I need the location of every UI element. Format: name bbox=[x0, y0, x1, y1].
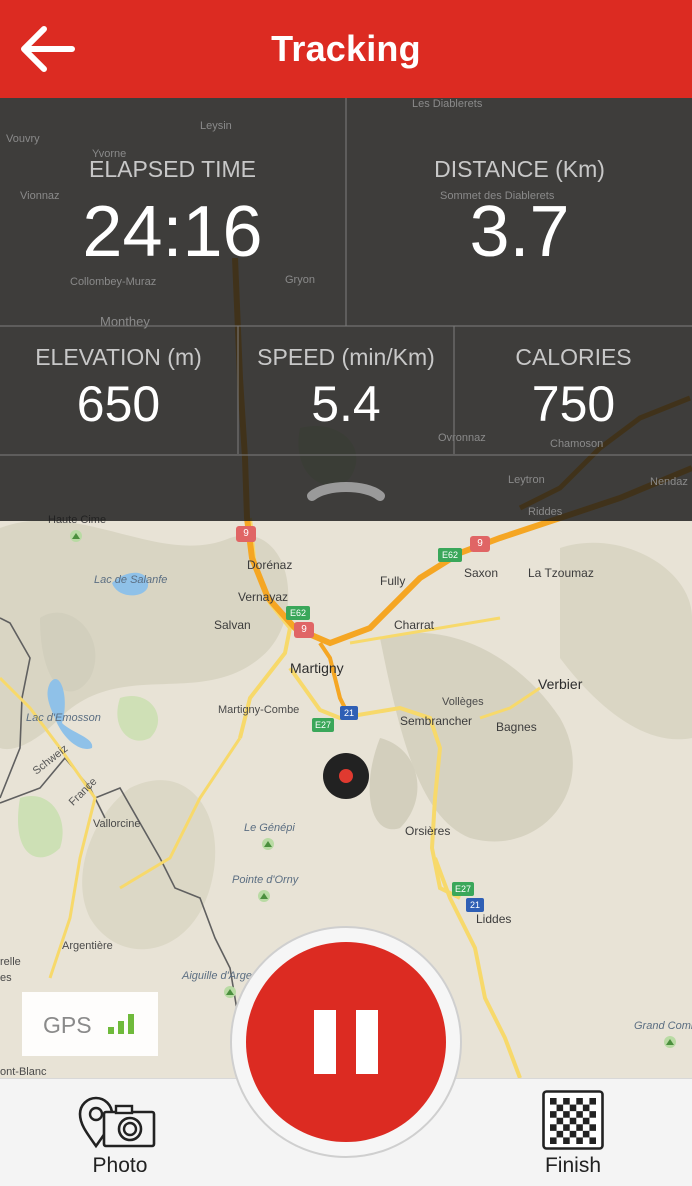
map-place-label: Le Génépi bbox=[244, 822, 295, 834]
calories-value: 750 bbox=[531, 376, 616, 432]
elapsed-time-stat: ELAPSED TIME 24:16 bbox=[0, 156, 345, 273]
map-place-label: Vernayaz bbox=[238, 590, 289, 604]
finish-button[interactable]: Finish bbox=[530, 1088, 616, 1180]
map-place-label: Collombey-Muraz bbox=[70, 276, 157, 288]
back-button[interactable] bbox=[14, 22, 78, 76]
road-badge: E27 bbox=[452, 882, 474, 896]
mountain-peak-icon bbox=[258, 890, 270, 902]
collapse-stats-handle[interactable] bbox=[306, 478, 386, 502]
app-header: Tracking bbox=[0, 0, 692, 98]
map-place-label: Martigny-Combe bbox=[218, 704, 300, 716]
map-place-label: Chamoson bbox=[550, 438, 604, 450]
map-place-label: Verbier bbox=[538, 676, 583, 692]
map-place-label: Gryon bbox=[285, 274, 315, 286]
map-place-label: Pointe d'Orny bbox=[232, 874, 299, 886]
map-place-label: es bbox=[0, 972, 12, 984]
checkered-flag-icon bbox=[542, 1090, 604, 1150]
signal-bars-icon bbox=[108, 1014, 134, 1034]
page-title: Tracking bbox=[271, 28, 421, 69]
map-place-label: Ovronnaz bbox=[438, 432, 486, 444]
map-place-label: Lac de Salanfe bbox=[94, 574, 168, 586]
mountain-peak-icon bbox=[70, 530, 82, 542]
map-place-label: Liddes bbox=[476, 912, 512, 926]
road-badge: E62 bbox=[438, 548, 462, 562]
stats-panel: Vouvry Leysin Yvorne Vionnaz Sommet des … bbox=[0, 98, 692, 521]
map-place-label: Grand Combin bbox=[634, 1020, 692, 1032]
chevron-up-icon bbox=[307, 482, 385, 501]
mountain-peak-icon bbox=[224, 986, 236, 998]
elevation-value: 650 bbox=[76, 376, 161, 432]
map-place-label: Nendaz bbox=[650, 476, 688, 488]
road-badge: 21 bbox=[340, 706, 358, 720]
distance-value: 3.7 bbox=[469, 192, 570, 272]
map-place-label: Les Diablerets bbox=[412, 98, 483, 110]
map-place-label: Leytron bbox=[508, 474, 545, 486]
road-badge: 9 bbox=[294, 622, 314, 638]
stats-divider bbox=[0, 454, 692, 456]
pause-icon bbox=[314, 1010, 378, 1074]
map-place-label: ont-Blanc bbox=[0, 1066, 47, 1078]
speed-value: 5.4 bbox=[311, 376, 381, 432]
map-place-label: Fully bbox=[380, 574, 406, 588]
map-place-label: Vollèges bbox=[442, 696, 484, 708]
map-place-label: Charrat bbox=[394, 618, 435, 632]
road-badge: 21 bbox=[466, 898, 484, 912]
road-badge: E62 bbox=[286, 606, 310, 620]
map-place-label: Saxon bbox=[464, 566, 499, 580]
map-place-label: Argentière bbox=[62, 940, 113, 952]
distance-stat: DISTANCE (Km) 3.7 bbox=[347, 156, 692, 273]
photo-label: Photo bbox=[92, 1154, 148, 1177]
finish-label: Finish bbox=[544, 1154, 602, 1177]
mountain-peak-icon bbox=[262, 838, 274, 850]
map-place-label: La Tzoumaz bbox=[528, 566, 594, 580]
road-badge: 9 bbox=[236, 526, 256, 542]
map-place-label: Vallorcine bbox=[93, 818, 141, 830]
road-badge: 9 bbox=[470, 536, 490, 552]
pause-button[interactable] bbox=[246, 942, 446, 1142]
map-place-label: Orsières bbox=[405, 824, 451, 838]
elapsed-time-value: 24:16 bbox=[82, 192, 263, 272]
map-place-label: Lac d'Emosson bbox=[26, 712, 101, 724]
road-badge: E27 bbox=[312, 718, 334, 732]
map-place-label: Leysin bbox=[200, 120, 232, 132]
gps-label: GPS bbox=[43, 1012, 92, 1038]
speed-stat: SPEED (min/Km) 5.4 bbox=[239, 344, 453, 433]
map-place-label: Bagnes bbox=[496, 720, 537, 734]
speed-label: SPEED (min/Km) bbox=[257, 344, 435, 370]
distance-label: DISTANCE (Km) bbox=[434, 156, 605, 182]
stats-divider bbox=[0, 325, 692, 327]
map-place-label: Martigny bbox=[290, 660, 344, 676]
calories-stat: CALORIES 750 bbox=[455, 344, 692, 433]
map-place-label: Vouvry bbox=[6, 133, 40, 145]
arrow-left-icon bbox=[21, 26, 75, 72]
current-location-marker bbox=[323, 753, 369, 799]
elevation-stat: ELEVATION (m) 650 bbox=[0, 344, 237, 433]
elapsed-time-label: ELAPSED TIME bbox=[88, 156, 257, 182]
photo-button[interactable]: Photo bbox=[72, 1088, 168, 1180]
mountain-peak-icon bbox=[664, 1036, 676, 1048]
calories-label: CALORIES bbox=[515, 344, 632, 370]
map-place-label: Salvan bbox=[214, 618, 251, 632]
map-place-label: Riddes bbox=[528, 506, 563, 518]
elevation-label: ELEVATION (m) bbox=[35, 344, 202, 370]
map-place-label: Sembrancher bbox=[400, 714, 473, 728]
map-place-label: relle bbox=[0, 956, 21, 968]
map-place-label: Dorénaz bbox=[247, 558, 293, 572]
gps-status: GPS bbox=[22, 992, 158, 1056]
camera-location-icon bbox=[78, 1096, 156, 1149]
